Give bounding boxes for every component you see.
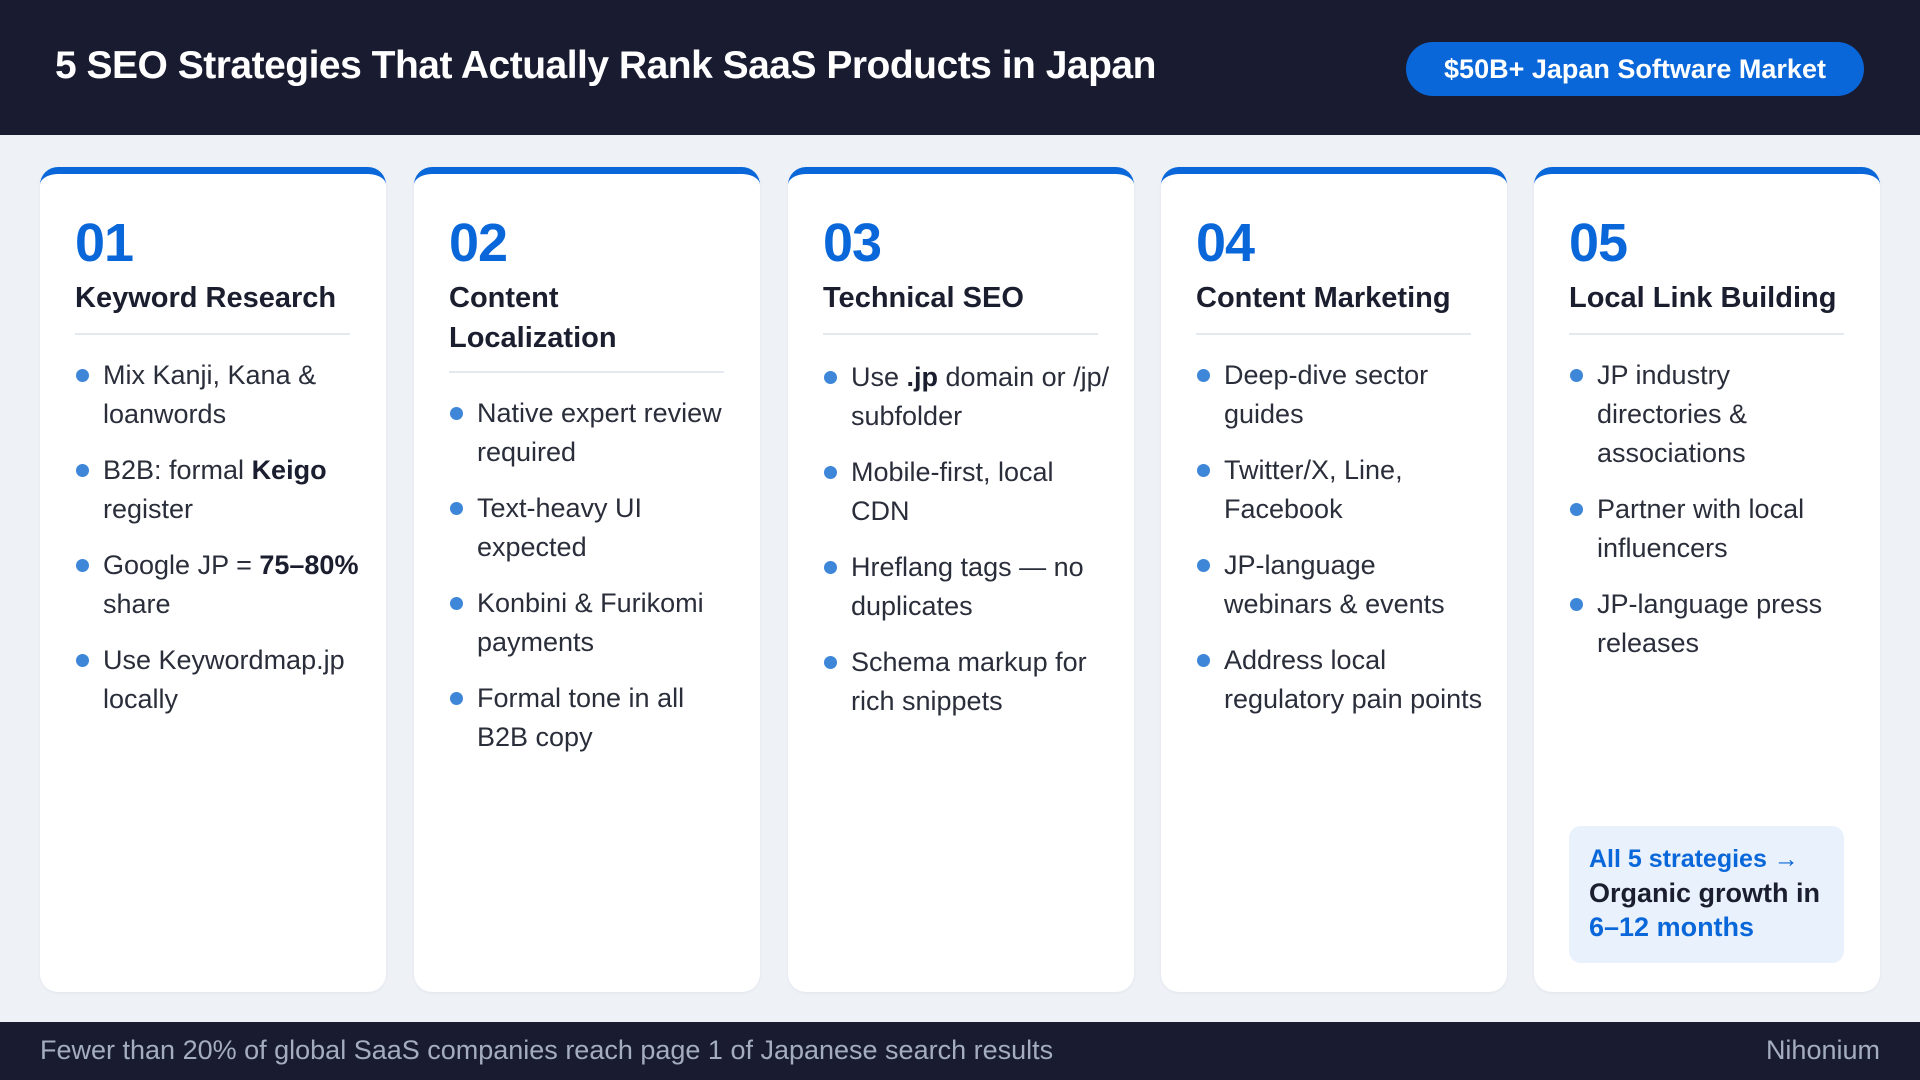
- list-item: Use Keywordmap.jp locally: [75, 641, 365, 719]
- list-item: JP-language press releases: [1569, 585, 1859, 663]
- card-divider: [823, 333, 1098, 335]
- card-divider: [449, 371, 724, 373]
- list-item: JP industry directories & associations: [1569, 356, 1859, 473]
- list-item: Google JP = 75–80% share: [75, 546, 365, 624]
- market-badge: $50B+ Japan Software Market: [1406, 42, 1864, 96]
- list-item: Twitter/X, Line, Facebook: [1196, 451, 1486, 529]
- list-item: Formal tone in all B2B copy: [449, 679, 739, 757]
- bullet-dot-icon: [76, 369, 89, 382]
- strategy-cards: 01 Keyword Research Mix Kanji, Kana & lo…: [40, 167, 1880, 992]
- card-title: Technical SEO: [823, 282, 1024, 314]
- list-item: Native expert review required: [449, 394, 739, 472]
- card-title: Keyword Research: [75, 282, 337, 314]
- list-item: JP-language webinars & events: [1196, 546, 1486, 624]
- list-item: Hreflang tags — no duplicates: [823, 548, 1113, 626]
- card-title: Content Marketing: [1196, 282, 1451, 314]
- strategy-card-content-localization: 02 Content Localization Native expert re…: [414, 167, 760, 992]
- strategy-card-local-link-building: 05 Local Link Building JP industry direc…: [1534, 167, 1880, 992]
- list-item: B2B: formal Keigo register: [75, 451, 365, 529]
- bullet-list: Deep-dive sector guides Twitter/X, Line,…: [1196, 356, 1486, 736]
- card-number: 05: [1569, 213, 1628, 273]
- bullet-dot-icon: [1570, 369, 1583, 382]
- strategy-card-content-marketing: 04 Content Marketing Deep-dive sector gu…: [1161, 167, 1507, 992]
- card-title: Local Link Building: [1569, 282, 1837, 314]
- bullet-dot-icon: [1197, 559, 1210, 572]
- bullet-dot-icon: [824, 371, 837, 384]
- card-number: 03: [823, 213, 882, 273]
- list-item: Konbini & Furikomi payments: [449, 584, 739, 662]
- bullet-dot-icon: [824, 561, 837, 574]
- bullet-list: Mix Kanji, Kana & loanwords B2B: formal …: [75, 356, 365, 736]
- strategy-card-technical-seo: 03 Technical SEO Use .jp domain or /jp/ …: [788, 167, 1134, 992]
- bullet-dot-icon: [1570, 503, 1583, 516]
- bullet-dot-icon: [824, 656, 837, 669]
- card-number: 01: [75, 213, 134, 273]
- summary-text: Organic growth in 6–12 months: [1589, 878, 1821, 942]
- card-divider: [75, 333, 350, 335]
- bullet-dot-icon: [76, 559, 89, 572]
- bullet-dot-icon: [76, 654, 89, 667]
- card-number: 02: [449, 213, 508, 273]
- summary-callout: All 5 strategies → Organic growth in 6–1…: [1569, 826, 1844, 963]
- bullet-dot-icon: [1570, 598, 1583, 611]
- summary-highlight: 6–12 months: [1589, 912, 1755, 942]
- card-title: Content Localization: [449, 282, 617, 354]
- footer-stat: Fewer than 20% of global SaaS companies …: [40, 1035, 1054, 1065]
- bullet-dot-icon: [450, 502, 463, 515]
- list-item: Schema markup for rich snippets: [823, 643, 1113, 721]
- bullet-dot-icon: [1197, 654, 1210, 667]
- bullet-dot-icon: [824, 466, 837, 479]
- bullet-list: JP industry directories & associations P…: [1569, 356, 1859, 680]
- header: 5 SEO Strategies That Actually Rank SaaS…: [0, 0, 1920, 135]
- card-number: 04: [1196, 213, 1255, 273]
- list-item: Use .jp domain or /jp/ subfolder: [823, 358, 1113, 436]
- footer: Fewer than 20% of global SaaS companies …: [0, 1022, 1920, 1080]
- bullet-dot-icon: [450, 692, 463, 705]
- list-item: Address local regulatory pain points: [1196, 641, 1486, 719]
- list-item: Text-heavy UI expected: [449, 489, 739, 567]
- bullet-dot-icon: [450, 407, 463, 420]
- bullet-list: Native expert review required Text-heavy…: [449, 394, 739, 774]
- bullet-dot-icon: [1197, 369, 1210, 382]
- page-title: 5 SEO Strategies That Actually Rank SaaS…: [55, 44, 1156, 87]
- bullet-dot-icon: [1197, 464, 1210, 477]
- card-divider: [1196, 333, 1471, 335]
- list-item: Deep-dive sector guides: [1196, 356, 1486, 434]
- list-item: Mix Kanji, Kana & loanwords: [75, 356, 365, 434]
- bullet-dot-icon: [450, 597, 463, 610]
- bullet-list: Use .jp domain or /jp/ subfolder Mobile-…: [823, 358, 1113, 738]
- brand-name: Nihonium: [1765, 1035, 1880, 1065]
- summary-label: All 5 strategies →: [1589, 845, 1799, 873]
- list-item: Partner with local influencers: [1569, 490, 1859, 568]
- bullet-dot-icon: [76, 464, 89, 477]
- list-item: Mobile-first, local CDN: [823, 453, 1113, 531]
- strategy-card-keyword-research: 01 Keyword Research Mix Kanji, Kana & lo…: [40, 167, 386, 992]
- card-divider: [1569, 333, 1844, 335]
